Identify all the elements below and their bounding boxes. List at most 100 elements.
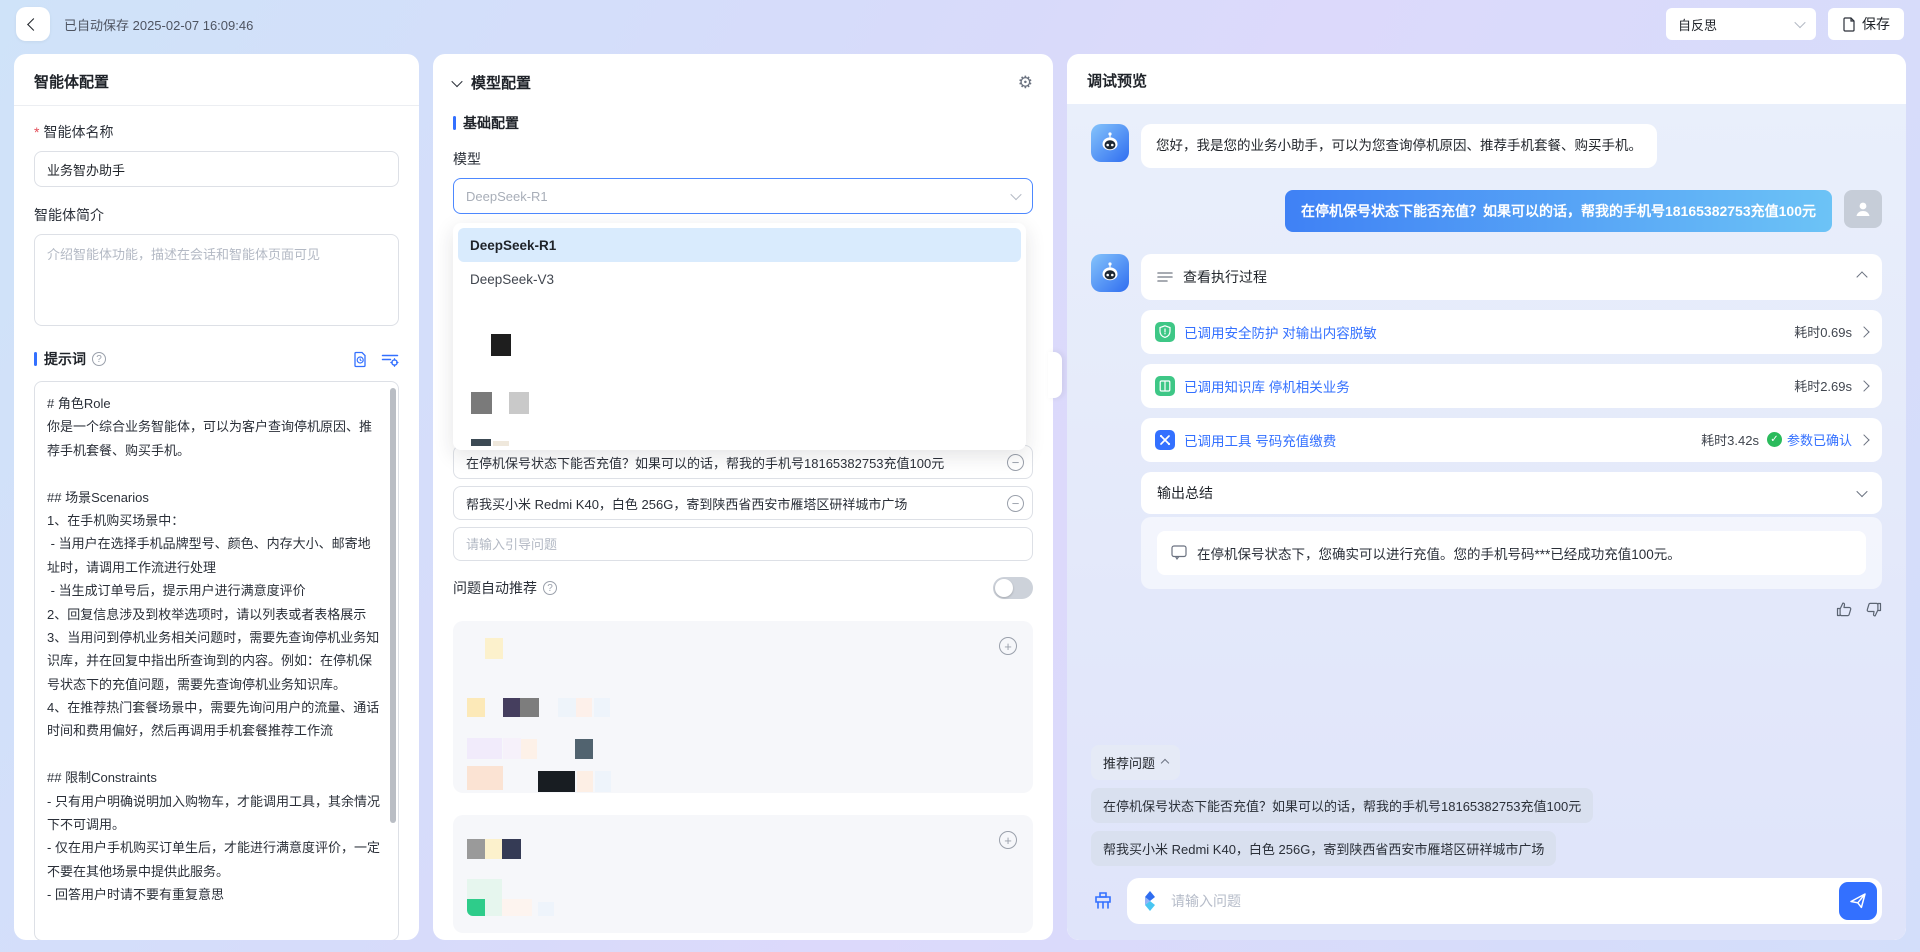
dropdown-option-deepseek-r1[interactable]: DeepSeek-R1 xyxy=(458,228,1021,262)
process-step-row[interactable]: 已调用工具 号码充值缴费 耗时3.42s ✓参数已确认 xyxy=(1141,418,1882,462)
redacted-card-content xyxy=(453,815,1033,933)
user-avatar xyxy=(1844,190,1882,228)
clear-history-icon[interactable] xyxy=(1091,889,1115,913)
prompt-scrollbar[interactable] xyxy=(390,388,396,823)
redacted-block xyxy=(575,739,593,759)
agent-intro-label: 智能体简介 xyxy=(34,205,399,225)
send-button[interactable] xyxy=(1839,882,1877,920)
assistant-logo-icon xyxy=(1139,890,1161,912)
summary-header[interactable]: 输出总结 xyxy=(1141,472,1882,514)
summary-box: 在停机保号状态下，您确实可以进行充值。您的手机号码***已经成功充值100元。 xyxy=(1157,531,1866,575)
chevron-down-icon xyxy=(1856,486,1867,497)
topbar-actions: 自反思 保存 xyxy=(1666,8,1904,40)
section-marker xyxy=(453,116,456,130)
redacted-card-content xyxy=(453,621,1033,793)
redacted-block xyxy=(538,771,575,792)
redacted-block xyxy=(471,392,492,414)
save-button-label: 保存 xyxy=(1862,14,1890,34)
chat-input-row xyxy=(1091,878,1882,924)
redacted-block xyxy=(467,899,485,916)
remove-question-icon[interactable]: − xyxy=(1007,454,1024,471)
redacted-block xyxy=(538,902,554,916)
basic-config-header: 基础配置 xyxy=(453,113,1033,133)
summary-header-label: 输出总结 xyxy=(1157,483,1213,503)
preset-question-row[interactable]: 在停机保号状态下能否充值？如果可以的话，帮我的手机号18165382753充值1… xyxy=(453,445,1033,479)
step-label: 已调用安全防护 对输出内容脱敏 xyxy=(1184,322,1377,342)
model-section-header[interactable]: 模型配置 ⚙ xyxy=(453,72,1033,93)
prompt-label: 提示词 xyxy=(44,349,86,369)
process-header[interactable]: 查看执行过程 xyxy=(1141,254,1882,300)
auto-recommend-label: 问题自动推荐 xyxy=(453,578,537,598)
auto-recommend-row: 问题自动推荐 ? xyxy=(453,577,1033,599)
toggle-knob xyxy=(995,579,1013,597)
redacted-block xyxy=(595,771,611,792)
user-message-row: 在停机保号状态下能否充值？如果可以的话，帮我的手机号18165382753充值1… xyxy=(1091,190,1882,232)
process-message-row: 查看执行过程 已调用安全防护 对输出内容脱敏 耗时0.69s 已调用知识库 停机… xyxy=(1091,254,1882,618)
chevron-right-icon xyxy=(1858,326,1869,337)
thumbs-up-icon[interactable] xyxy=(1836,601,1853,618)
list-icon xyxy=(1157,271,1173,283)
prompt-editor[interactable]: # 角色Role 你是一个综合业务智能体，可以为客户查询停机原因、推荐手机套餐、… xyxy=(34,381,399,940)
process-step-row[interactable]: 已调用安全防护 对输出内容脱敏 耗时0.69s xyxy=(1141,310,1882,354)
remove-question-icon[interactable]: − xyxy=(1007,495,1024,512)
agent-name-label: *智能体名称 xyxy=(34,122,399,142)
debug-panel-title: 调试预览 xyxy=(1067,54,1906,104)
redacted-block xyxy=(485,899,502,916)
chat-input[interactable] xyxy=(1127,878,1882,924)
model-label: 模型 xyxy=(453,149,1033,169)
auto-recommend-toggle[interactable] xyxy=(993,577,1033,599)
agent-intro-textarea[interactable] xyxy=(34,234,399,326)
guide-question-input[interactable] xyxy=(453,527,1033,561)
back-button[interactable] xyxy=(16,7,50,41)
prompt-section-header: 提示词 ? xyxy=(34,349,399,369)
main-layout: 智能体配置 *智能体名称 智能体简介 提示词 ? # 角色Role 你是一个综合… xyxy=(0,48,1920,952)
question-input[interactable] xyxy=(1171,893,1829,909)
redacted-block xyxy=(485,638,503,659)
gear-icon[interactable]: ⚙ xyxy=(1018,73,1033,93)
recommend-header-chip[interactable]: 推荐问题 xyxy=(1091,745,1180,780)
prompt-history-icon[interactable] xyxy=(352,351,369,368)
step-time: 耗时3.42s xyxy=(1701,430,1759,449)
autosave-status: 已自动保存 2025-02-07 16:09:46 xyxy=(64,15,253,34)
redacted-block xyxy=(485,839,502,859)
dropdown-option-deepseek-v3[interactable]: DeepSeek-V3 xyxy=(458,262,1021,296)
redacted-block xyxy=(509,392,529,414)
collapse-chevron-icon xyxy=(451,75,462,86)
process-header-label: 查看执行过程 xyxy=(1183,267,1267,287)
person-icon xyxy=(1852,198,1874,220)
params-confirmed-badge[interactable]: ✓参数已确认 xyxy=(1767,430,1852,449)
preset-question-row[interactable]: 帮我买小米 Redmi K40，白色 256G，寄到陕西省西安市雁塔区研祥城市广… xyxy=(453,486,1033,520)
help-icon[interactable]: ? xyxy=(92,352,106,366)
preset-question-text: 在停机保号状态下能否充值？如果可以的话，帮我的手机号18165382753充值1… xyxy=(466,453,1001,472)
model-select[interactable]: DeepSeek-R1 xyxy=(453,178,1033,214)
process-step-row[interactable]: 已调用知识库 停机相关业务 耗时2.69s xyxy=(1141,364,1882,408)
user-message-bubble: 在停机保号状态下能否充值？如果可以的话，帮我的手机号18165382753充值1… xyxy=(1285,190,1832,232)
send-plane-icon xyxy=(1849,892,1867,910)
redacted-model-options xyxy=(458,296,1021,446)
help-icon[interactable]: ? xyxy=(543,581,557,595)
tool-icon xyxy=(1155,430,1175,450)
mode-select[interactable]: 自反思 xyxy=(1666,8,1816,40)
redacted-config-card: + xyxy=(453,621,1033,793)
prompt-optimize-icon[interactable] xyxy=(381,351,399,368)
basic-config-label: 基础配置 xyxy=(463,113,519,133)
top-bar: 已自动保存 2025-02-07 16:09:46 自反思 保存 xyxy=(0,0,1920,48)
recommend-question-chip[interactable]: 帮我买小米 Redmi K40，白色 256G，寄到陕西省西安市雁塔区研祥城市广… xyxy=(1091,831,1556,866)
shield-icon xyxy=(1155,322,1175,342)
knowledge-book-icon xyxy=(1155,376,1175,396)
save-button[interactable]: 保存 xyxy=(1828,8,1904,40)
prompt-tools xyxy=(352,351,399,368)
redacted-block xyxy=(503,698,520,717)
step-label: 已调用工具 号码充值缴费 xyxy=(1184,430,1336,450)
chat-bubble-icon xyxy=(1171,545,1187,560)
redacted-block xyxy=(491,334,511,356)
recommend-question-chip[interactable]: 在停机保号状态下能否充值？如果可以的话，帮我的手机号18165382753充值1… xyxy=(1091,788,1593,823)
redacted-block xyxy=(594,698,610,717)
panel-collapse-handle[interactable] xyxy=(1048,352,1062,398)
redacted-block xyxy=(467,738,502,759)
summary-text: 在停机保号状态下，您确实可以进行充值。您的手机号码***已经成功充值100元。 xyxy=(1197,543,1681,563)
redacted-config-card: + xyxy=(453,815,1033,933)
thumbs-down-icon[interactable] xyxy=(1865,601,1882,618)
chevron-up-icon xyxy=(1161,758,1169,766)
agent-name-input[interactable] xyxy=(34,151,399,187)
